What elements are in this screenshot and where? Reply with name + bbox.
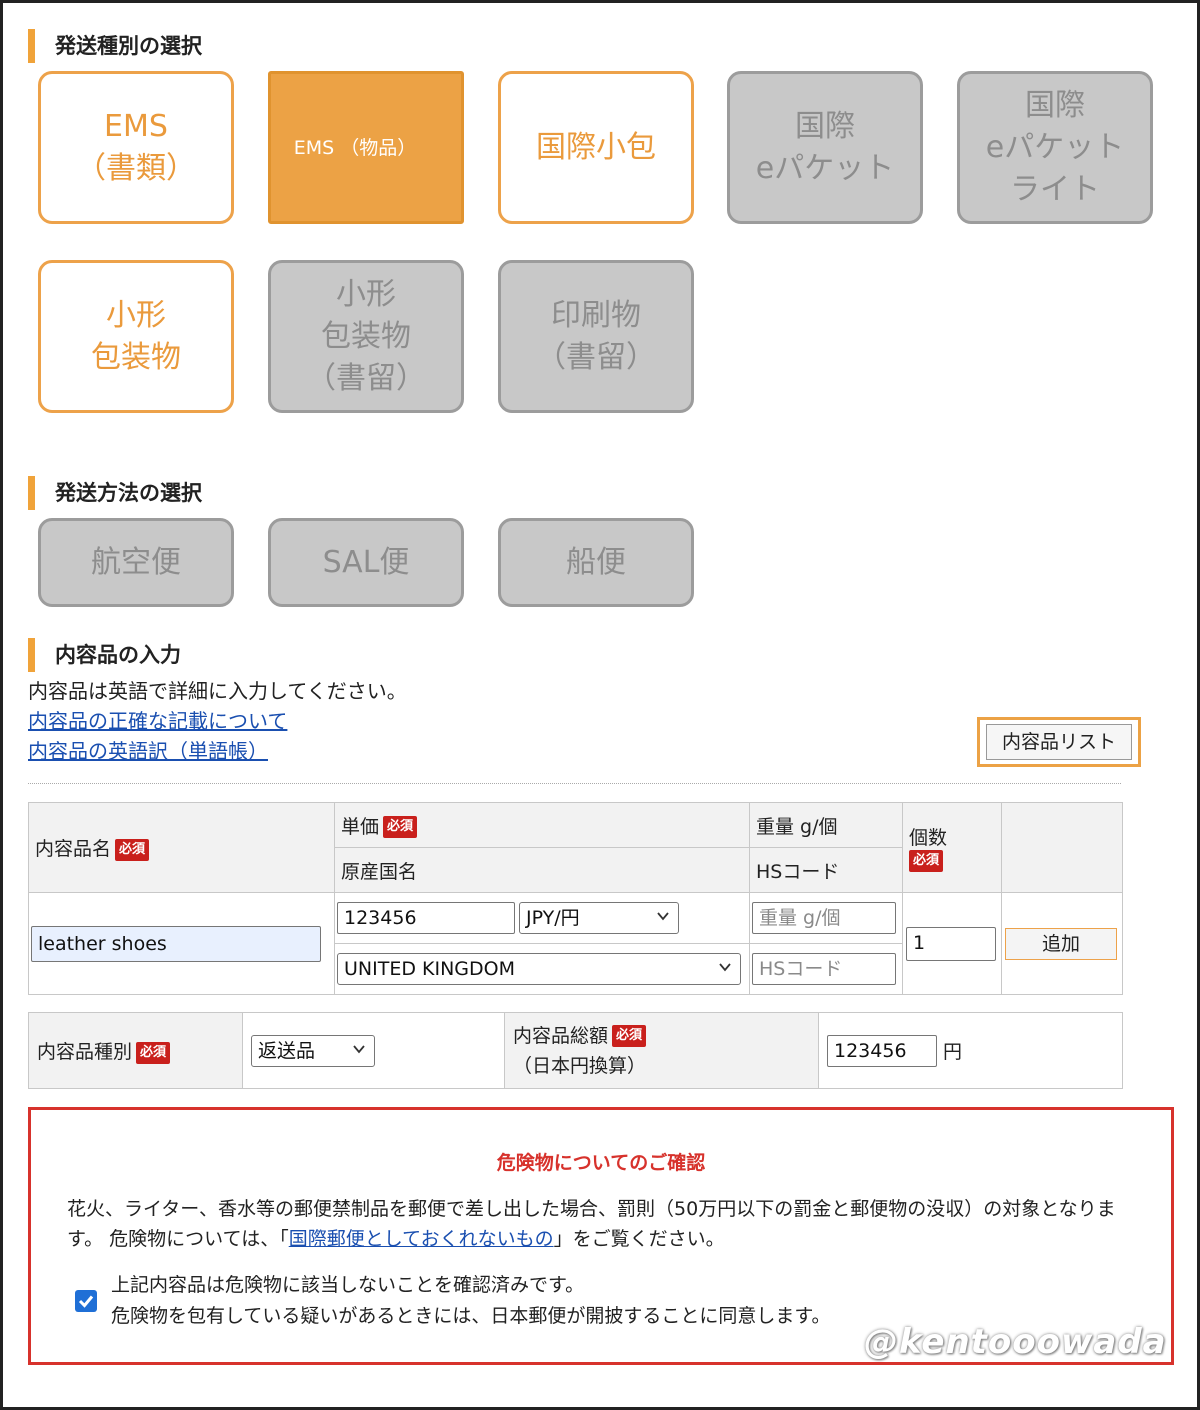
total-unit: 円 (943, 1041, 963, 1063)
header-quantity: 個数 必須 (902, 802, 1002, 893)
watermark: @kentooowada (864, 1322, 1167, 1362)
option-ems-goods[interactable]: EMS （物品） (268, 71, 464, 224)
cell-quantity: 1 (902, 892, 1002, 995)
option-international-epacket[interactable]: 国際 eパケット (727, 71, 923, 224)
cell-total: 123456 円 (818, 1012, 1123, 1089)
contents-entry-table: 内容品名 必須 単価 必須 重量 g/個 個数 必須 原産国名 HSコード leat… (28, 802, 1123, 995)
divider (28, 783, 1121, 784)
option-sal[interactable]: SAL便 (268, 518, 464, 607)
total-amount-input[interactable]: 123456 (827, 1034, 937, 1067)
header-category-label: 内容品種別 (37, 1041, 133, 1063)
header-hs-code: HSコード (749, 847, 903, 893)
required-badge: 必須 (115, 838, 150, 861)
header-total-note: （日本円換算） (513, 1054, 647, 1077)
contents-summary-table: 内容品種別 必須 返送品 内容品総額 必須 （日本円換算） 123456 円 (28, 1012, 1123, 1089)
cell-add: 追加 (1001, 892, 1123, 995)
cell-price: 123456 JPY/円 (334, 892, 750, 944)
link-accurate-description[interactable]: 内容品の正確な記載について (28, 706, 287, 736)
required-badge: 必須 (383, 816, 418, 838)
hs-code-input[interactable]: HSコード (752, 953, 896, 985)
option-small-packet[interactable]: 小形 包装物 (38, 260, 234, 413)
required-badge: 必須 (612, 1025, 647, 1047)
header-weight: 重量 g/個 (749, 802, 903, 848)
dangerous-goods-text-2: 」をご覧ください。 (553, 1228, 725, 1250)
header-total: 内容品総額 必須 （日本円換算） (504, 1012, 819, 1089)
checkmark-icon (78, 1295, 94, 1308)
chevron-down-icon (353, 1044, 365, 1053)
unit-price-input[interactable]: 123456 (337, 902, 515, 934)
currency-select[interactable]: JPY/円 (519, 902, 679, 934)
header-action (1001, 802, 1123, 893)
cell-hs-code: HSコード (749, 943, 903, 995)
link-prohibited-items[interactable]: 国際郵便としておくれないもの (289, 1228, 554, 1250)
header-unit-price-label: 単価 (341, 815, 380, 838)
chevron-down-icon (657, 912, 669, 921)
required-badge: 必須 (136, 1041, 171, 1064)
weight-input[interactable]: 重量 g/個 (752, 902, 896, 934)
dangerous-goods-text: 花火、ライター、香水等の郵便禁制品を郵便で差し出した場合、罰則（50万円以下の罰… (67, 1194, 1137, 1254)
header-quantity-label: 個数 (909, 826, 948, 849)
option-international-parcel[interactable]: 国際小包 (498, 71, 694, 224)
header-category: 内容品種別 必須 (28, 1012, 243, 1089)
dangerous-goods-title: 危険物についてのご確認 (496, 1152, 706, 1174)
chevron-down-icon (719, 963, 731, 972)
link-english-dictionary[interactable]: 内容品の英語訳（単語帳） (28, 736, 268, 766)
item-name-input[interactable]: leather shoes (31, 925, 321, 962)
contents-list-button[interactable]: 内容品リスト (986, 724, 1132, 760)
header-item-name-label: 内容品名 (35, 838, 112, 860)
category-select-value: 返送品 (258, 1039, 316, 1062)
category-select[interactable]: 返送品 (251, 1034, 375, 1067)
option-surface-mail[interactable]: 船便 (498, 518, 694, 607)
header-unit-price: 単価 必須 (334, 802, 750, 848)
option-international-epacket-light[interactable]: 国際 eパケット ライト (957, 71, 1153, 224)
cell-item-name: leather shoes (28, 892, 335, 995)
section-title-shipping-type: 発送種別の選択 (28, 29, 202, 63)
confirm-line-1: 上記内容品は危険物に該当しないことを確認済みです。 (111, 1274, 585, 1296)
option-small-packet-registered[interactable]: 小形 包装物 （書留） (268, 260, 464, 413)
header-origin: 原産国名 (334, 847, 750, 893)
cell-origin: UNITED KINGDOM (334, 943, 750, 995)
origin-country-select[interactable]: UNITED KINGDOM (337, 953, 741, 985)
contents-list-button-frame: 内容品リスト (977, 717, 1141, 767)
quantity-input[interactable]: 1 (906, 926, 996, 961)
option-airmail[interactable]: 航空便 (38, 518, 234, 607)
add-button[interactable]: 追加 (1005, 927, 1117, 960)
section-title-contents: 内容品の入力 (28, 638, 181, 672)
cell-weight: 重量 g/個 (749, 892, 903, 944)
section-title-shipping-method: 発送方法の選択 (28, 476, 202, 510)
origin-country-value: UNITED KINGDOM (344, 958, 515, 980)
cell-category: 返送品 (242, 1012, 505, 1089)
confirm-checkbox[interactable] (75, 1290, 97, 1312)
currency-select-value: JPY/円 (526, 907, 580, 929)
option-printed-matter-registered[interactable]: 印刷物 （書留） (498, 260, 694, 413)
header-total-label: 内容品総額 (513, 1024, 609, 1047)
contents-instruction: 内容品は英語で詳細に入力してください。 (28, 679, 407, 703)
option-ems-documents[interactable]: EMS （書類） (38, 71, 234, 224)
required-badge: 必須 (909, 850, 944, 873)
confirm-line-2: 危険物を包有している疑いがあるときには、日本郵便が開披することに同意します。 (111, 1305, 831, 1327)
header-item-name: 内容品名 必須 (28, 802, 335, 893)
confirm-checkbox-label[interactable]: 上記内容品は危険物に該当しないことを確認済みです。 危険物を包有している疑いがあ… (111, 1270, 831, 1332)
